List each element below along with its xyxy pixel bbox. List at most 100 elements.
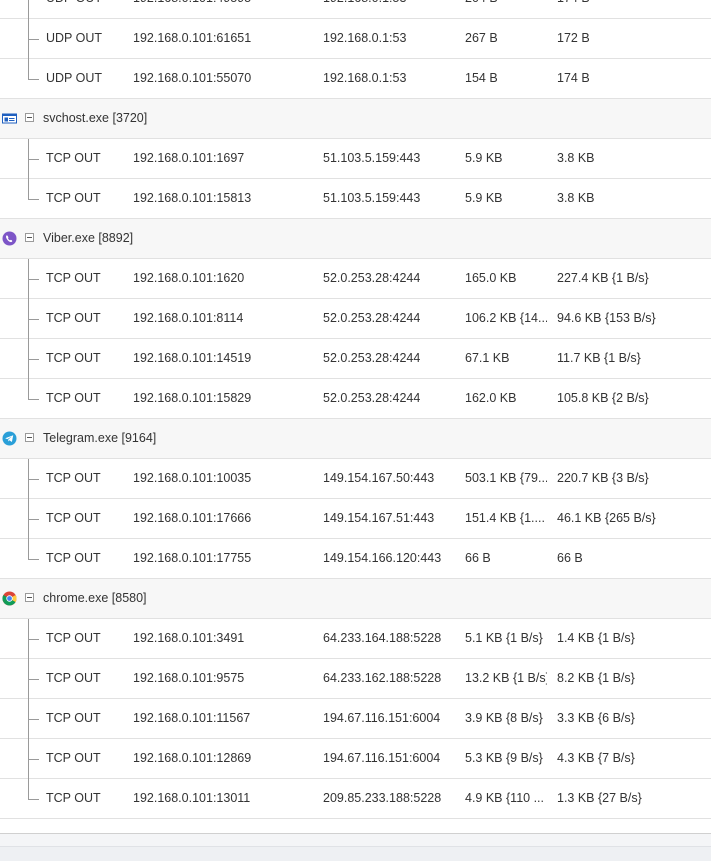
local-address-cell: 192.168.0.101:15813 [133, 191, 252, 205]
tree-line [28, 779, 29, 799]
connection-row[interactable]: TCP OUT 192.168.0.101:17755 149.154.166.12… [0, 539, 711, 579]
received-bytes-cell: 174 B [557, 0, 707, 18]
protocol-cell: TCP OUT [46, 151, 101, 165]
local-address-cell: 192.168.0.101:55070 [133, 71, 252, 85]
received-bytes-cell: 1.4 KB {1 B/s} [557, 631, 635, 645]
protocol-cell: TCP OUT [46, 191, 101, 205]
process-name: chrome.exe [8580] [43, 591, 147, 605]
received-bytes-cell: 4.3 KB {7 B/s} [557, 751, 635, 765]
remote-address-cell: 149.154.166.120:443 [323, 551, 442, 565]
connection-row[interactable]: TCP OUT 192.168.0.101:10035 149.154.167.50… [0, 459, 711, 499]
protocol-cell: TCP OUT [46, 631, 101, 645]
remote-address-cell: 149.154.167.50:443 [323, 471, 435, 485]
connection-row[interactable]: TCP OUT 192.168.0.101:8114 52.0.253.28:424… [0, 299, 711, 339]
tree-branch [28, 159, 39, 160]
connection-row[interactable]: TCP OUT 192.168.0.101:9575 64.233.162.188:… [0, 659, 711, 699]
received-bytes-cell: 8.2 KB {1 B/s} [557, 671, 635, 685]
local-address-cell: 192.168.0.101:17666 [133, 511, 252, 525]
sent-bytes-cell: 267 B [465, 31, 498, 45]
sent-bytes-cell: 5.9 KB [465, 191, 503, 205]
remote-address-cell: 52.0.253.28:4244 [323, 271, 421, 285]
protocol-cell: TCP OUT [46, 271, 101, 285]
local-address-cell: 192.168.0.101:3491 [133, 631, 245, 645]
process-group-row[interactable]: Telegram.exe [9164] [0, 419, 711, 459]
connection-row[interactable]: UDP OUT 192.168.0.101:61651 192.168.0.1:53… [0, 19, 711, 59]
local-address-cell: 192.168.0.101:13011 [133, 791, 251, 805]
sent-bytes-cell: 13.2 KB {1 B/s} [465, 671, 547, 685]
remote-address-cell: 194.67.116.151:6004 [323, 711, 441, 725]
connection-row[interactable]: TCP OUT 192.168.0.101:13011 209.85.233.188… [0, 779, 711, 819]
process-group-row[interactable]: Viber.exe [8892] [0, 219, 711, 259]
local-address-cell: 192.168.0.101:12869 [133, 751, 252, 765]
local-address-cell: 192.168.0.101:8114 [133, 311, 244, 325]
sent-bytes-cell: 204 B [465, 0, 547, 18]
connection-row[interactable]: TCP OUT 192.168.0.101:1697 51.103.5.159:44… [0, 139, 711, 179]
connections-tree-list: UDP OUT 192.168.0.101:49595 192.168.0.1:53… [0, 0, 711, 819]
protocol-cell: UDP OUT [46, 0, 126, 18]
remote-address-cell: 149.154.167.51:443 [323, 511, 435, 525]
local-address-cell: 192.168.0.101:14519 [133, 351, 252, 365]
local-address-cell: 192.168.0.101:10035 [133, 471, 252, 485]
received-bytes-cell: 11.7 KB {1 B/s} [557, 351, 641, 365]
tree-line [28, 379, 29, 399]
connection-row[interactable]: UDP OUT 192.168.0.101:55070 192.168.0.1:53… [0, 59, 711, 99]
remote-address-cell: 194.67.116.151:6004 [323, 751, 441, 765]
connection-row[interactable]: TCP OUT 192.168.0.101:11567 194.67.116.151… [0, 699, 711, 739]
connection-row[interactable]: TCP OUT 192.168.0.101:15813 51.103.5.159:4… [0, 179, 711, 219]
tree-branch [28, 319, 39, 320]
collapse-toggle-icon[interactable] [25, 433, 34, 442]
tree-branch [28, 39, 39, 40]
protocol-cell: TCP OUT [46, 711, 101, 725]
tree-branch [28, 519, 39, 520]
local-address-cell: 192.168.0.101:9575 [133, 671, 245, 685]
received-bytes-cell: 46.1 KB {265 B/s} [557, 511, 656, 525]
connection-row[interactable]: TCP OUT 192.168.0.101:15829 52.0.253.28:42… [0, 379, 711, 419]
local-address-cell: 192.168.0.101:17755 [133, 551, 252, 565]
sent-bytes-cell: 5.9 KB [465, 151, 503, 165]
tree-branch [28, 639, 39, 640]
remote-address-cell: 51.103.5.159:443 [323, 191, 421, 205]
protocol-cell: TCP OUT [46, 311, 101, 325]
connection-row[interactable]: TCP OUT 192.168.0.101:1620 52.0.253.28:424… [0, 259, 711, 299]
tree-branch [28, 719, 39, 720]
protocol-cell: UDP OUT [46, 71, 103, 85]
connection-row[interactable]: TCP OUT 192.168.0.101:12869 194.67.116.151… [0, 739, 711, 779]
collapse-toggle-icon[interactable] [25, 233, 34, 242]
received-bytes-cell: 66 B [557, 551, 583, 565]
protocol-cell: TCP OUT [46, 391, 101, 405]
tree-branch [28, 479, 39, 480]
protocol-cell: TCP OUT [46, 551, 101, 565]
received-bytes-cell: 1.3 KB {27 B/s} [557, 791, 642, 805]
connection-row[interactable]: TCP OUT 192.168.0.101:14519 52.0.253.28:42… [0, 339, 711, 379]
local-address-cell: 192.168.0.101:1697 [133, 151, 245, 165]
remote-address-cell: 64.233.164.188:5228 [323, 631, 442, 645]
tree-branch [28, 279, 39, 280]
received-bytes-cell: 105.8 KB {2 B/s} [557, 391, 649, 405]
remote-address-cell: 52.0.253.28:4244 [323, 311, 421, 325]
process-group-row[interactable]: chrome.exe [8580] [0, 579, 711, 619]
collapse-toggle-icon[interactable] [25, 113, 34, 122]
viber-icon [2, 231, 17, 246]
sent-bytes-cell: 4.9 KB {110 ... [465, 791, 544, 805]
received-bytes-cell: 3.8 KB [557, 191, 595, 205]
tree-line [28, 539, 29, 559]
process-name: svchost.exe [3720] [43, 111, 148, 125]
collapse-toggle-icon[interactable] [25, 593, 34, 602]
received-bytes-cell: 227.4 KB {1 B/s} [557, 271, 649, 285]
received-bytes-cell: 220.7 KB {3 B/s} [557, 471, 649, 485]
received-bytes-cell: 172 B [557, 31, 590, 45]
process-group-row[interactable]: svchost.exe [3720] [0, 99, 711, 139]
remote-address-cell: 52.0.253.28:4244 [323, 391, 421, 405]
remote-address-cell: 209.85.233.188:5228 [323, 791, 442, 805]
connection-row[interactable]: UDP OUT 192.168.0.101:49595 192.168.0.1:53… [0, 0, 711, 19]
tree-branch [28, 679, 39, 680]
connection-row[interactable]: TCP OUT 192.168.0.101:17666 149.154.167.51… [0, 499, 711, 539]
protocol-cell: TCP OUT [46, 351, 101, 365]
protocol-cell: TCP OUT [46, 511, 101, 525]
received-bytes-cell: 94.6 KB {153 B/s} [557, 311, 656, 325]
received-bytes-cell: 3.8 KB [557, 151, 595, 165]
connection-row[interactable]: TCP OUT 192.168.0.101:3491 64.233.164.188:… [0, 619, 711, 659]
received-bytes-cell: 3.3 KB {6 B/s} [557, 711, 635, 725]
telegram-icon [2, 431, 17, 446]
protocol-cell: TCP OUT [46, 751, 101, 765]
